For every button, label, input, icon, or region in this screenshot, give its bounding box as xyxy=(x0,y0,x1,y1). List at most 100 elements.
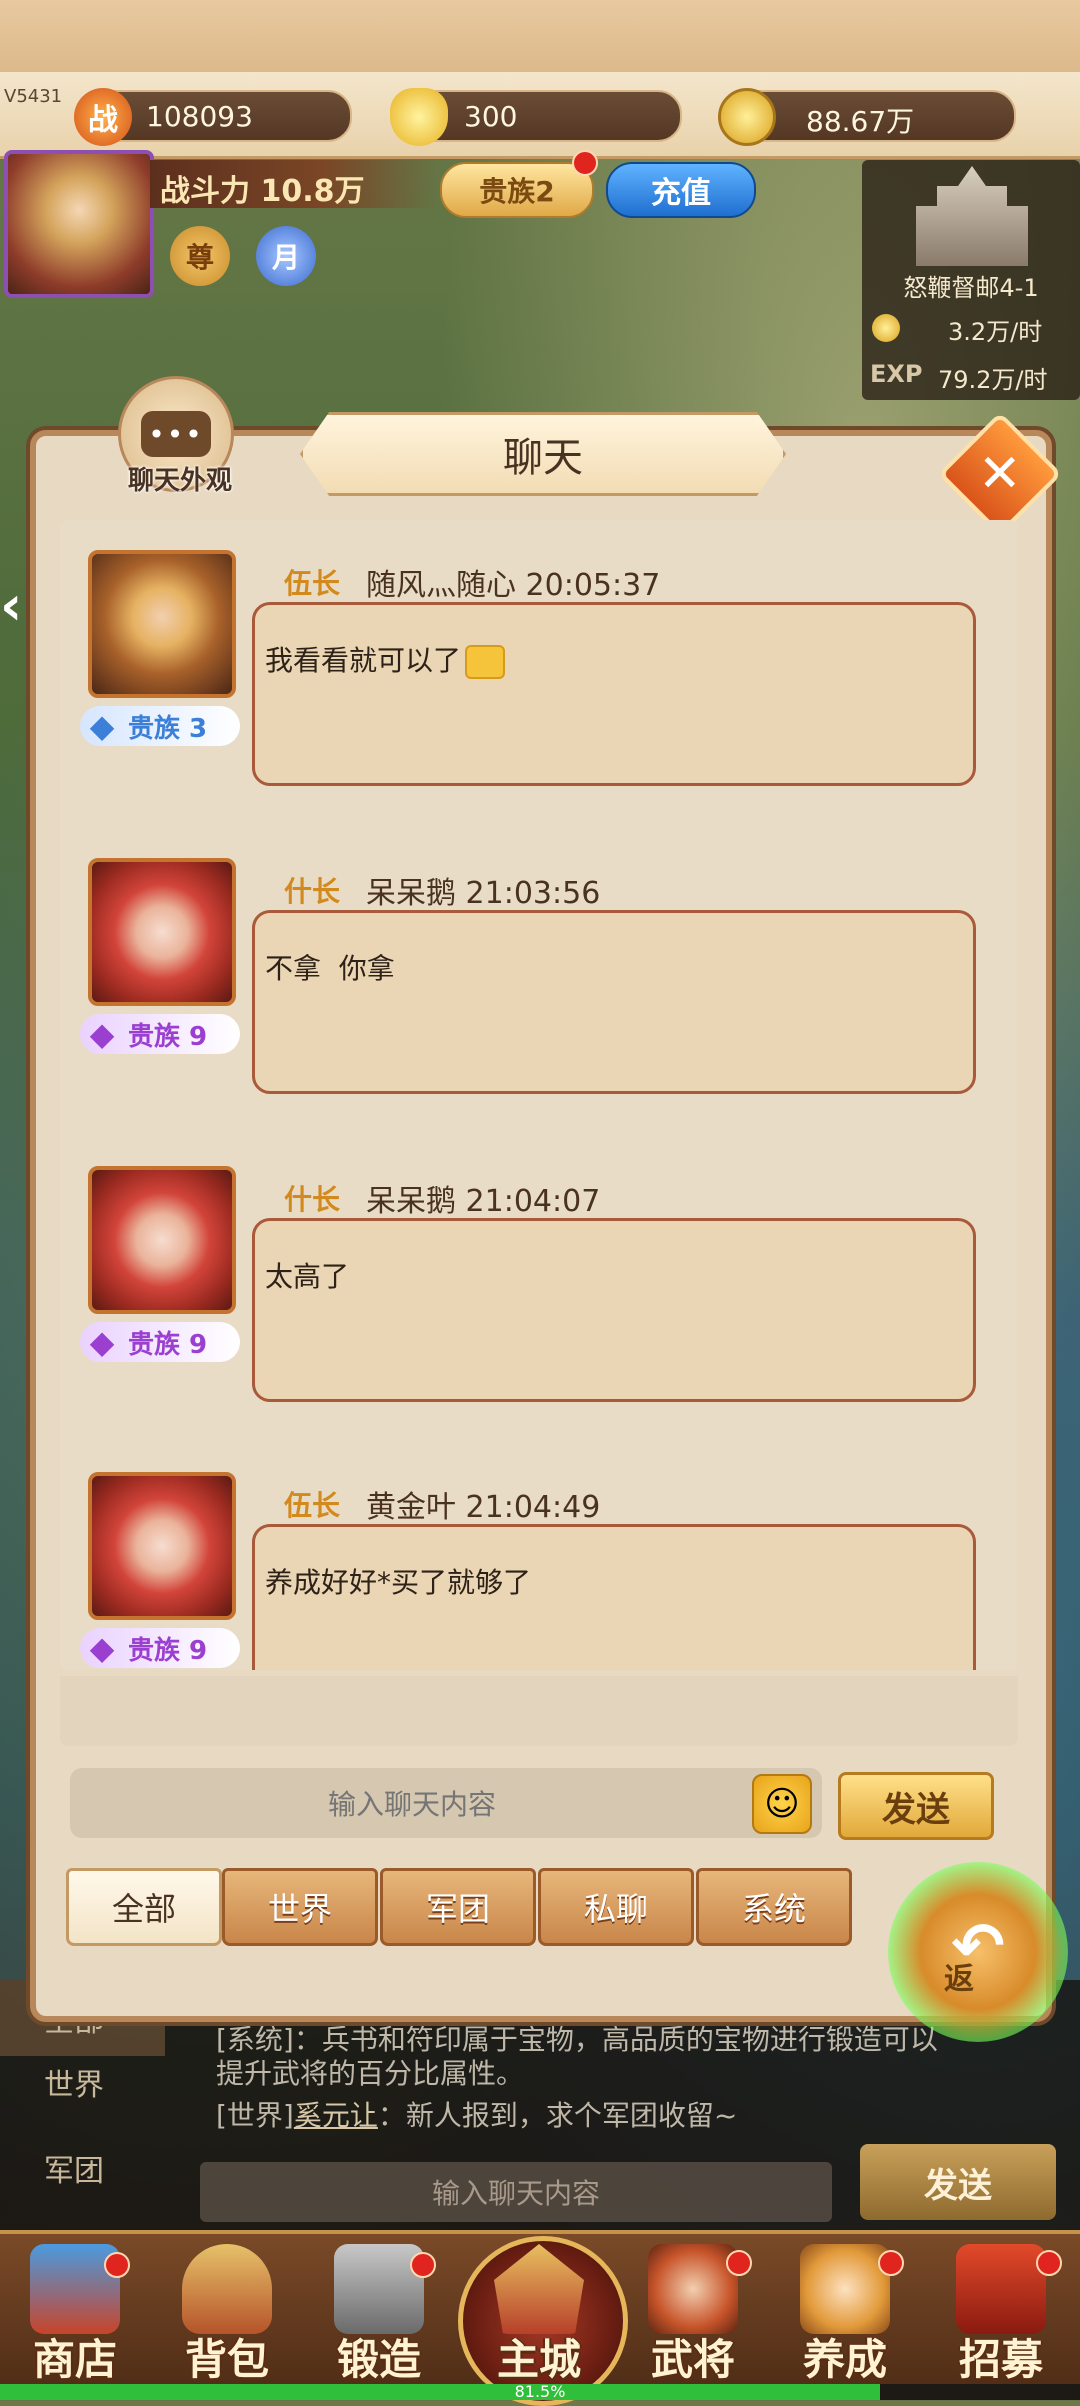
noble-badge: ◆ 贵族 3 xyxy=(80,706,240,746)
gold-pill[interactable]: 300 xyxy=(390,88,682,146)
coin-value: 88.67万 xyxy=(806,105,915,138)
message-bubble: 养成好好*买了就够了 xyxy=(252,1524,976,1670)
message-text-wrap: 我看看就可以了 xyxy=(265,639,506,679)
bg-send-button[interactable]: 发送 xyxy=(860,2144,1056,2220)
version-label: V5431 xyxy=(4,86,63,107)
tab-private[interactable]: 私聊 xyxy=(538,1868,694,1946)
gold-ingot-icon xyxy=(390,88,448,146)
smiley-icon[interactable]: ☺ xyxy=(752,1774,812,1834)
bg-tab-legion[interactable]: 军团 xyxy=(0,2130,165,2206)
notification-dot xyxy=(878,2250,904,2276)
sender-rank: 什长 xyxy=(284,875,341,908)
noble-badge: ◆ 贵族 9 xyxy=(80,1014,240,1054)
sender-name[interactable]: 呆呆鹅 xyxy=(366,876,456,911)
noble-badge: ◆ 贵族 9 xyxy=(80,1322,240,1362)
recharge-button[interactable]: 充值 xyxy=(606,162,756,218)
nav-label: 背包 xyxy=(184,2335,269,2384)
return-button[interactable]: ↶ xyxy=(888,1862,1068,2042)
collapse-arrow-icon[interactable]: ‹ xyxy=(0,574,30,644)
chat-message: ◆ 贵族 9 伍长 黄金叶 21:04:49 养成好好*买了就够了 xyxy=(60,1442,1018,1670)
loading-progress-bar: 81.5% xyxy=(0,2382,1080,2401)
send-button[interactable]: 发送 xyxy=(838,1772,994,1840)
notification-dot xyxy=(410,2252,436,2278)
noble-notification-dot xyxy=(572,150,598,176)
sender-name[interactable]: 呆呆鹅 xyxy=(366,1184,456,1219)
noble-level: 贵族 3 xyxy=(128,713,208,744)
chat-input[interactable] xyxy=(70,1768,754,1840)
sender-avatar[interactable] xyxy=(88,1472,236,1620)
exp-rate: 79.2万/时 xyxy=(938,366,1048,394)
tab-legion[interactable]: 军团 xyxy=(380,1868,536,1946)
chat-appearance-label: 聊天外观 xyxy=(127,466,232,496)
sender-name[interactable]: 随风灬随心 xyxy=(366,568,516,603)
message-text: 养成好好*买了就够了 xyxy=(265,1566,532,1599)
bg-chat-input[interactable]: 输入聊天内容 xyxy=(200,2162,832,2222)
noble-level: 贵族 9 xyxy=(128,1635,208,1666)
monthly-card-button[interactable]: 月 xyxy=(256,226,316,286)
nav-shop[interactable]: 商店 xyxy=(0,2236,150,2386)
combat-pill[interactable]: 战 108093 xyxy=(74,88,352,146)
message-bubble: 不拿 你拿 xyxy=(252,910,976,1094)
castle-icon xyxy=(916,166,1028,266)
palace-icon xyxy=(494,2244,584,2334)
nav-label: 养成 xyxy=(802,2335,887,2384)
diamond-gem-icon: ◆ xyxy=(89,1629,115,1667)
nav-main-city[interactable]: 主城 xyxy=(464,2236,614,2386)
coin-pill[interactable]: 88.67万 xyxy=(718,88,1016,146)
sender-info: 呆呆鹅 21:03:56 xyxy=(366,868,600,912)
honor-button[interactable]: 尊 xyxy=(170,226,230,286)
nav-forge[interactable]: 锻造 xyxy=(304,2236,454,2386)
combat-power-bar: 战斗力 10.8万 xyxy=(150,160,440,209)
bg-chat-sender[interactable]: 奚元让 xyxy=(294,2099,378,2132)
diamond-gem-icon: ◆ xyxy=(89,707,115,745)
noble-button[interactable]: 贵族2 xyxy=(440,162,594,218)
bg-chat-line-3: [世界]奚元让：新人报到，求个军团收留~ xyxy=(216,2094,737,2134)
coin-rate: 3.2万/时 xyxy=(948,318,1043,346)
message-text: 不拿 你拿 xyxy=(265,952,395,985)
recruit-icon xyxy=(956,2244,1046,2334)
sender-info: 呆呆鹅 21:04:07 xyxy=(366,1176,600,1220)
notification-dot xyxy=(726,2250,752,2276)
sender-avatar[interactable] xyxy=(88,858,236,1006)
message-text: 我看看就可以了 xyxy=(265,644,462,677)
nav-cultivate[interactable]: 养成 xyxy=(770,2236,920,2386)
message-list[interactable]: ◆ 贵族 3 伍长 随风灬随心 20:05:37 我看看就可以了 ◆ 贵族 9 … xyxy=(60,520,1018,1670)
noble-level: 贵族 9 xyxy=(128,1021,208,1052)
sender-rank: 伍长 xyxy=(284,1489,341,1522)
message-time: 21:03:56 xyxy=(465,876,601,911)
sender-avatar[interactable] xyxy=(88,1166,236,1314)
bg-chat-text: ：新人报到，求个军团收留~ xyxy=(377,2099,738,2132)
chat-message: ◆ 贵族 3 伍长 随风灬随心 20:05:37 我看看就可以了 xyxy=(60,520,1018,810)
cultivate-icon xyxy=(800,2244,890,2334)
tab-system[interactable]: 系统 xyxy=(696,1868,852,1946)
message-list-footer xyxy=(60,1676,1018,1746)
bg-tab-world[interactable]: 世界 xyxy=(0,2044,165,2120)
coin-icon xyxy=(718,88,776,146)
nav-label: 主城 xyxy=(496,2335,581,2384)
sender-rank: 什长 xyxy=(284,1183,341,1216)
message-text: 太高了 xyxy=(265,1260,350,1293)
tab-world[interactable]: 世界 xyxy=(222,1868,378,1946)
general-icon xyxy=(648,2244,738,2334)
nav-bag[interactable]: 背包 xyxy=(152,2236,302,2386)
stage-info-panel[interactable]: 怒鞭督邮4-1 3.2万/时 EXP 79.2万/时 xyxy=(862,160,1080,400)
combat-icon: 战 xyxy=(74,88,132,146)
gold-value: 300 xyxy=(464,100,518,133)
combat-power-text: 战斗力 10.8万 xyxy=(160,174,365,209)
noble-badge: ◆ 贵族 9 xyxy=(80,1628,240,1668)
nav-label: 招募 xyxy=(958,2335,1043,2384)
sender-name[interactable]: 黄金叶 xyxy=(366,1490,456,1525)
chat-message: ◆ 贵族 9 什长 呆呆鹅 21:03:56 不拿 你拿 xyxy=(60,828,1018,1118)
tab-all[interactable]: 全部 xyxy=(66,1868,222,1946)
forge-icon xyxy=(334,2244,424,2334)
nav-label: 武将 xyxy=(650,2335,735,2384)
sender-rank: 伍长 xyxy=(284,567,341,600)
message-time: 21:04:07 xyxy=(465,1184,601,1219)
diamond-gem-icon: ◆ xyxy=(89,1015,115,1053)
chat-bubble-icon: ••• xyxy=(141,411,211,457)
sender-avatar[interactable] xyxy=(88,550,236,698)
player-avatar[interactable] xyxy=(4,150,154,298)
nav-generals[interactable]: 武将 xyxy=(618,2236,768,2386)
bg-chat-line-2: 提升武将的百分比属性。 xyxy=(216,2057,525,2090)
nav-recruit[interactable]: 招募 xyxy=(926,2236,1076,2386)
